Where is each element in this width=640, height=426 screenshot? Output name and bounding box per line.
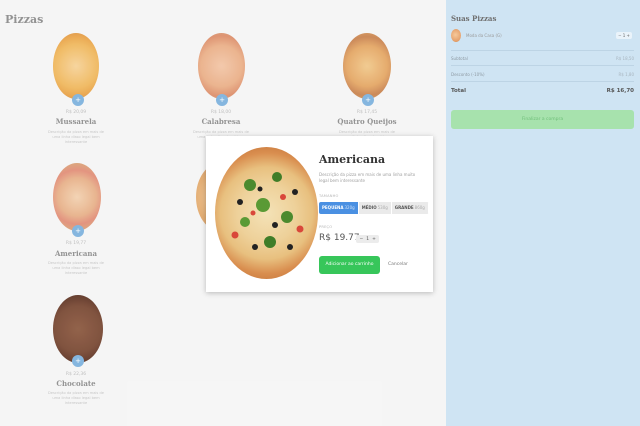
total-row: Total R$ 16,70 [451, 88, 634, 94]
modal-price: R$ 19.77 [319, 233, 360, 243]
divider [451, 81, 634, 82]
divider [451, 50, 634, 51]
size-selector: PEQUENA320g MÉDIO530g GRANDE860g [319, 202, 429, 214]
cart-item-thumbnail [451, 29, 461, 42]
size-option-pequena[interactable]: PEQUENA320g [319, 202, 359, 214]
checkout-button[interactable]: Finalizar a compra [451, 110, 634, 129]
cart-item-quantity[interactable]: − 1 + [616, 32, 632, 39]
add-to-cart-button[interactable]: Adicionar ao carrinho [319, 256, 380, 274]
size-option-grande[interactable]: GRANDE860g [391, 202, 429, 214]
price-label: PREÇO [319, 225, 333, 229]
decrement-button[interactable]: − [358, 237, 365, 242]
size-option-medio[interactable]: MÉDIO530g [358, 202, 392, 214]
discount-value: R$ 1,80 [618, 72, 634, 77]
total-value: R$ 16,70 [606, 88, 634, 94]
subtotal-value: R$ 18,50 [615, 56, 634, 61]
cancel-button[interactable]: Cancelar [388, 262, 408, 267]
pizza-toppings-icon [231, 172, 304, 250]
subtotal-row: Subtotal R$ 18,50 [451, 56, 634, 61]
pizza-app: Pizzas + R$ 20,09 Mussarela Descrição da… [0, 0, 640, 426]
cart-title: Suas Pizzas [451, 14, 497, 23]
modal-title: Americana [319, 153, 386, 166]
cart-item-name: Moda da Casa (G) [466, 33, 502, 38]
quantity-stepper: − 1 + [356, 235, 380, 243]
divider [451, 65, 634, 66]
size-label: TAMANHO [319, 194, 339, 198]
increment-button[interactable]: + [371, 237, 378, 242]
discount-row: Desconto (-10%) R$ 1,80 [451, 72, 634, 77]
cart-sidebar: Suas Pizzas Moda da Casa (G) − 1 + Subto… [446, 0, 640, 426]
modal-pizza-image [215, 147, 318, 279]
modal-description: Descrição da pizza em mais de uma linha … [319, 172, 416, 183]
pizza-detail-modal: Americana Descrição da pizza em mais de … [206, 136, 433, 292]
